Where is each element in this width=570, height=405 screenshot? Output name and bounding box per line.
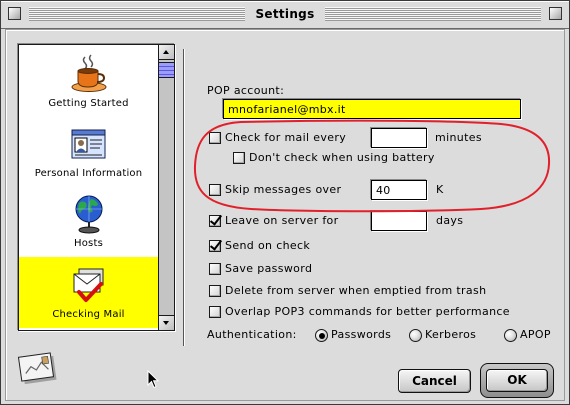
skip-messages-label: Skip messages over bbox=[225, 183, 342, 196]
leave-days-input[interactable] bbox=[371, 211, 427, 231]
leave-on-server-label: Leave on server for bbox=[225, 214, 339, 227]
auth-apop-label: APOP bbox=[520, 328, 551, 341]
scroll-thumb[interactable] bbox=[159, 62, 174, 78]
overlap-pop3-checkbox[interactable] bbox=[209, 306, 221, 318]
sidebar-item-label: Getting Started bbox=[48, 98, 129, 109]
scroll-up-arrow[interactable] bbox=[159, 45, 174, 60]
scroll-down-arrow[interactable] bbox=[159, 315, 174, 330]
delete-from-server-checkbox[interactable] bbox=[209, 285, 221, 297]
send-on-check-checkbox[interactable] bbox=[209, 240, 221, 252]
sidebar-item-label: Hosts bbox=[74, 238, 103, 249]
arrow-down-icon bbox=[163, 321, 169, 325]
auth-apop-radio[interactable] bbox=[504, 329, 517, 342]
save-password-checkbox[interactable] bbox=[209, 263, 221, 275]
leave-on-server-checkbox[interactable] bbox=[209, 215, 221, 227]
sidebar-item-getting-started[interactable]: Getting Started bbox=[19, 46, 158, 115]
ok-button[interactable]: OK bbox=[486, 369, 548, 392]
sidebar-item-label: Checking Mail bbox=[52, 309, 125, 320]
panel-divider bbox=[183, 49, 185, 346]
globe-icon bbox=[75, 195, 102, 234]
auth-kerberos-label: Kerberos bbox=[425, 328, 477, 341]
auth-passwords-label: Passwords bbox=[331, 328, 392, 341]
sidebar-item-hosts[interactable]: Hosts bbox=[19, 186, 158, 256]
check-mail-every-checkbox[interactable] bbox=[209, 132, 221, 144]
battery-label: Don't check when using battery bbox=[249, 151, 435, 164]
auth-kerberos-radio[interactable] bbox=[409, 329, 422, 342]
delete-from-server-label: Delete from server when emptied from tra… bbox=[225, 284, 487, 297]
pop-account-label: POP account: bbox=[207, 84, 285, 97]
coffee-cup-icon bbox=[71, 54, 106, 92]
settings-window: Settings Getting Started Personal Inform… bbox=[0, 0, 570, 405]
settings-category-list[interactable]: Getting Started Personal Information Hos… bbox=[18, 44, 175, 331]
pop-account-input[interactable] bbox=[223, 99, 521, 119]
arrow-cursor-icon bbox=[147, 370, 159, 389]
sidebar-item-checking-mail[interactable]: Checking Mail bbox=[19, 257, 158, 328]
sidebar-item-personal-information[interactable]: Personal Information bbox=[19, 116, 158, 185]
collapse-box[interactable] bbox=[549, 7, 562, 20]
title-bar[interactable]: Settings bbox=[1, 1, 569, 29]
days-unit-label: days bbox=[436, 214, 464, 227]
arrow-up-icon bbox=[163, 50, 169, 54]
send-on-check-label: Send on check bbox=[225, 239, 311, 252]
authentication-label: Authentication: bbox=[207, 328, 297, 341]
window-title: Settings bbox=[1, 5, 569, 24]
minutes-unit-label: minutes bbox=[435, 131, 482, 144]
save-password-label: Save password bbox=[225, 262, 313, 275]
check-mail-every-label: Check for mail every bbox=[225, 131, 347, 144]
list-scrollbar[interactable] bbox=[158, 45, 174, 330]
auth-passwords-radio[interactable] bbox=[315, 329, 328, 342]
cancel-button[interactable]: Cancel bbox=[398, 369, 471, 393]
skip-messages-checkbox[interactable] bbox=[209, 184, 221, 196]
overlap-pop3-label: Overlap POP3 commands for better perform… bbox=[225, 305, 510, 318]
skip-size-input[interactable] bbox=[371, 180, 427, 200]
mail-check-icon bbox=[73, 268, 103, 302]
sidebar-item-label: Personal Information bbox=[34, 168, 143, 179]
check-interval-input[interactable] bbox=[371, 128, 427, 148]
id-card-icon bbox=[71, 129, 105, 159]
kilobytes-unit-label: K bbox=[436, 183, 444, 196]
window-title-text: Settings bbox=[245, 7, 325, 21]
postcard-icon bbox=[17, 352, 57, 385]
battery-checkbox[interactable] bbox=[233, 152, 245, 164]
